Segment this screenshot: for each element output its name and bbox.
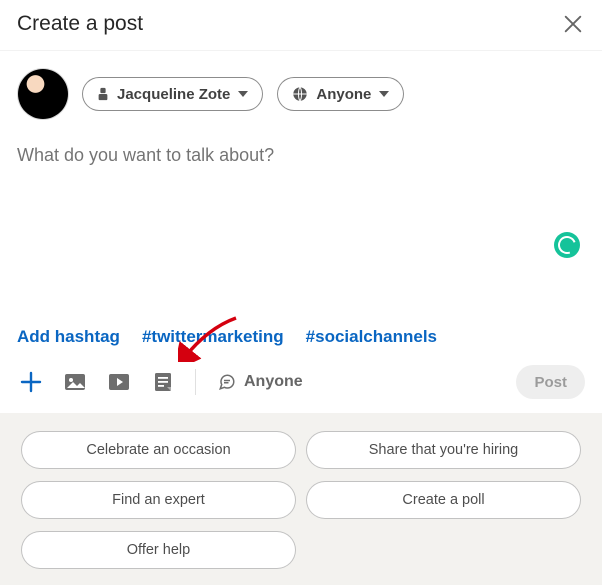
comment-visibility-button[interactable]: Anyone [218, 373, 303, 391]
modal-title: Create a post [17, 12, 143, 36]
chevron-down-icon [238, 91, 248, 98]
suggestion-option[interactable]: Offer help [21, 531, 296, 569]
hashtag-suggestion[interactable]: #twittermarketing [142, 327, 284, 347]
post-button[interactable]: Post [516, 365, 585, 399]
suggestion-option[interactable]: Find an expert [21, 481, 296, 519]
add-media-button[interactable] [17, 368, 45, 396]
add-hashtag-button[interactable]: Add hashtag [17, 327, 120, 347]
suggestion-option[interactable]: Celebrate an occasion [21, 431, 296, 469]
suggestion-option[interactable]: Create a poll [306, 481, 581, 519]
photo-icon[interactable] [61, 368, 89, 396]
visibility-chip-label: Anyone [316, 86, 371, 103]
toolbar-divider [195, 369, 196, 395]
suggestion-option[interactable]: Share that you're hiring [306, 431, 581, 469]
grammarly-icon[interactable] [554, 232, 580, 258]
visibility-selector[interactable]: Anyone [277, 77, 404, 111]
editor-placeholder: What do you want to talk about? [17, 145, 274, 165]
toolbar: Anyone Post [0, 347, 602, 413]
post-editor[interactable]: What do you want to talk about? [0, 119, 602, 241]
comment-visibility-label: Anyone [244, 373, 303, 391]
document-icon[interactable] [149, 368, 177, 396]
avatar[interactable] [18, 69, 68, 119]
author-name: Jacqueline Zote [117, 86, 230, 103]
chevron-down-icon [379, 91, 389, 98]
author-selector[interactable]: Jacqueline Zote [82, 77, 263, 111]
person-icon [97, 87, 109, 101]
hashtag-suggestion[interactable]: #socialchannels [306, 327, 437, 347]
modal-header: Create a post [0, 0, 602, 51]
chat-icon [218, 373, 236, 391]
close-icon[interactable] [562, 13, 584, 35]
hashtag-row: Add hashtag #twittermarketing #socialcha… [0, 327, 602, 347]
globe-icon [292, 86, 308, 102]
video-icon[interactable] [105, 368, 133, 396]
author-row: Jacqueline Zote Anyone [0, 51, 602, 119]
post-suggestions-panel: Celebrate an occasion Share that you're … [0, 413, 602, 585]
